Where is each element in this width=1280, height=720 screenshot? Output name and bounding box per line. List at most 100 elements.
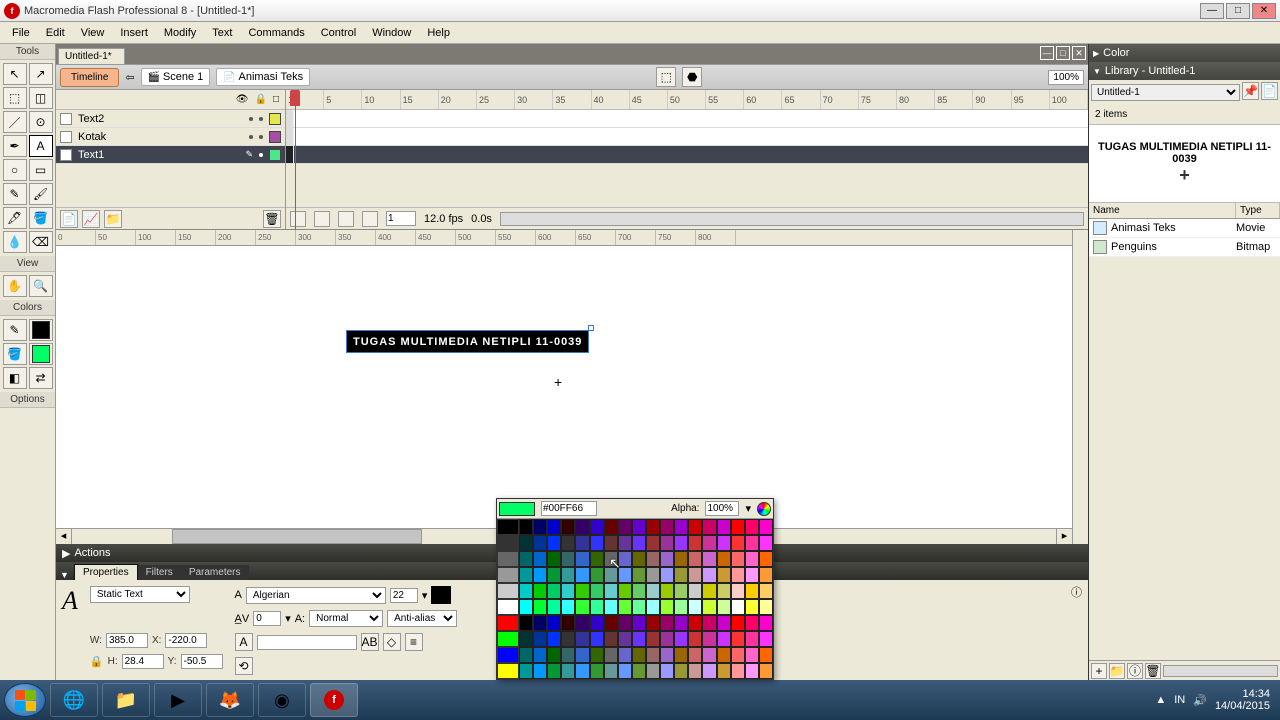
selection-tool[interactable]: ↖ <box>3 63 27 85</box>
font-size-input[interactable] <box>390 588 418 603</box>
stage[interactable]: TUGAS MULTIMEDIA NETIPLI 11-0039 + <box>56 246 1072 528</box>
new-folder-button[interactable]: 📁 <box>1109 663 1125 679</box>
collapse-icon[interactable]: ▼ <box>60 570 69 580</box>
swap-colors[interactable]: ⇄ <box>29 367 53 389</box>
menu-text[interactable]: Text <box>204 25 240 41</box>
char-position-select[interactable]: Normal <box>309 610 383 627</box>
menu-view[interactable]: View <box>73 25 113 41</box>
line-tool[interactable]: ／ <box>3 111 27 133</box>
fill-color[interactable]: 🪣 <box>3 343 27 365</box>
menu-file[interactable]: File <box>4 25 38 41</box>
text-tool[interactable]: A <box>29 135 53 157</box>
maximize-button[interactable]: □ <box>1226 3 1250 19</box>
close-button[interactable]: ✕ <box>1252 3 1276 19</box>
menu-commands[interactable]: Commands <box>240 25 312 41</box>
hex-input[interactable] <box>541 501 597 516</box>
align-button[interactable]: ≡ <box>405 633 423 651</box>
library-item[interactable]: Animasi Teks Movie <box>1089 219 1280 238</box>
frame-ruler[interactable]: 1510152025303540455055606570758085909510… <box>286 90 1088 110</box>
subselection-tool[interactable]: ↗ <box>29 63 53 85</box>
taskbar-ie[interactable]: 🌐 <box>50 683 98 717</box>
ink-bottle-tool[interactable]: 🖋 <box>3 207 27 229</box>
lasso-tool[interactable]: ⊙ <box>29 111 53 133</box>
url-input[interactable] <box>257 635 357 650</box>
scene-breadcrumb[interactable]: 🎬 Scene 1 <box>141 68 211 86</box>
menu-insert[interactable]: Insert <box>112 25 156 41</box>
minimize-button[interactable]: — <box>1200 3 1224 19</box>
hand-tool[interactable]: ✋ <box>3 275 27 297</box>
stroke-color[interactable]: ✎ <box>3 319 27 341</box>
pencil-tool[interactable]: ✎ <box>3 183 27 205</box>
tab-properties[interactable]: Properties <box>74 564 138 580</box>
outline-column-icon[interactable]: □ <box>273 94 279 105</box>
tab-parameters[interactable]: Parameters <box>181 565 249 580</box>
back-arrow-icon[interactable]: ⇦ <box>125 71 134 84</box>
italic-button[interactable]: ◇ <box>383 633 401 651</box>
stage-text-object[interactable]: TUGAS MULTIMEDIA NETIPLI 11-0039 <box>346 330 589 353</box>
rectangle-tool[interactable]: ▭ <box>29 159 53 181</box>
taskbar-chrome[interactable]: ◉ <box>258 683 306 717</box>
width-input[interactable] <box>106 633 148 648</box>
library-item[interactable]: Penguins Bitmap <box>1089 238 1280 257</box>
layer-row[interactable]: Text1 ✎ <box>56 146 285 164</box>
library-scrollbar[interactable] <box>1163 665 1278 677</box>
properties-button[interactable]: ⓘ <box>1127 663 1143 679</box>
selectable-button[interactable]: A <box>235 633 253 651</box>
height-input[interactable] <box>122 654 164 669</box>
clock[interactable]: 14:34 14/04/2015 <box>1215 688 1270 712</box>
current-frame-input[interactable] <box>386 211 416 226</box>
oval-tool[interactable]: ○ <box>3 159 27 181</box>
free-transform-tool[interactable]: ⬚ <box>3 87 27 109</box>
x-input[interactable] <box>165 633 207 648</box>
taskbar-media[interactable]: ▶ <box>154 683 202 717</box>
bold-button[interactable]: AB <box>361 633 379 651</box>
edit-multiple-frames-button[interactable] <box>362 211 378 227</box>
clip-breadcrumb[interactable]: 📄 Animasi Teks <box>216 68 310 86</box>
target-button[interactable]: ⟲ <box>235 657 253 675</box>
menu-modify[interactable]: Modify <box>156 25 204 41</box>
layer-row[interactable]: Text2 <box>56 110 285 128</box>
delete-layer-button[interactable]: 🗑 <box>263 210 281 228</box>
delete-button[interactable]: 🗑 <box>1145 663 1161 679</box>
color-swatch-grid[interactable] <box>497 519 773 679</box>
alpha-dropdown[interactable]: ▾ <box>745 502 751 515</box>
fill-swatch[interactable] <box>29 343 53 365</box>
stroke-swatch[interactable] <box>29 319 53 341</box>
brush-tool[interactable]: 🖌 <box>29 183 53 205</box>
tray-flag-icon[interactable]: ▲ <box>1155 694 1166 706</box>
taskbar-firefox[interactable]: 🦊 <box>206 683 254 717</box>
tray-network-icon[interactable]: 🔊 <box>1193 694 1207 707</box>
edit-symbol-icon[interactable]: ⬣ <box>682 67 702 87</box>
text-type-select[interactable]: Static Text <box>90 586 190 603</box>
edit-scene-icon[interactable]: ⬚ <box>656 67 676 87</box>
menu-window[interactable]: Window <box>364 25 419 41</box>
tab-filters[interactable]: Filters <box>138 565 181 580</box>
pen-tool[interactable]: ✒ <box>3 135 27 157</box>
onion-skin-outlines-button[interactable] <box>338 211 354 227</box>
help-icon[interactable]: ⓘ <box>1071 584 1082 600</box>
menu-control[interactable]: Control <box>313 25 364 41</box>
doc-close[interactable]: ✕ <box>1072 46 1086 60</box>
frame-scrollbar[interactable] <box>500 212 1084 226</box>
size-stepper[interactable]: ▾ <box>422 589 428 602</box>
visibility-column-icon[interactable]: 👁 <box>236 94 249 105</box>
letter-spacing-input[interactable] <box>253 611 281 626</box>
pin-library-button[interactable]: 📌 <box>1242 82 1259 100</box>
name-column[interactable]: Name <box>1089 203 1236 218</box>
new-layer-button[interactable]: 📄 <box>60 210 78 228</box>
doc-minimize[interactable]: — <box>1040 46 1054 60</box>
zoom-tool[interactable]: 🔍 <box>29 275 53 297</box>
new-library-button[interactable]: 📄 <box>1261 82 1278 100</box>
eraser-tool[interactable]: ⌫ <box>29 231 53 253</box>
layer-row[interactable]: Kotak <box>56 128 285 146</box>
lock-column-icon[interactable]: 🔒 <box>255 94 267 105</box>
library-document-select[interactable]: Untitled-1 <box>1091 84 1240 101</box>
library-panel-header[interactable]: ▼Library - Untitled-1 <box>1089 62 1280 80</box>
lock-aspect-icon[interactable]: 🔒 <box>90 655 104 668</box>
default-colors[interactable]: ◧ <box>3 367 27 389</box>
gradient-transform-tool[interactable]: ◫ <box>29 87 53 109</box>
new-symbol-button[interactable]: + <box>1091 663 1107 679</box>
taskbar-flash[interactable]: f <box>310 683 358 717</box>
resize-handle[interactable] <box>588 325 594 331</box>
color-panel-header[interactable]: ▶Color <box>1089 44 1280 62</box>
